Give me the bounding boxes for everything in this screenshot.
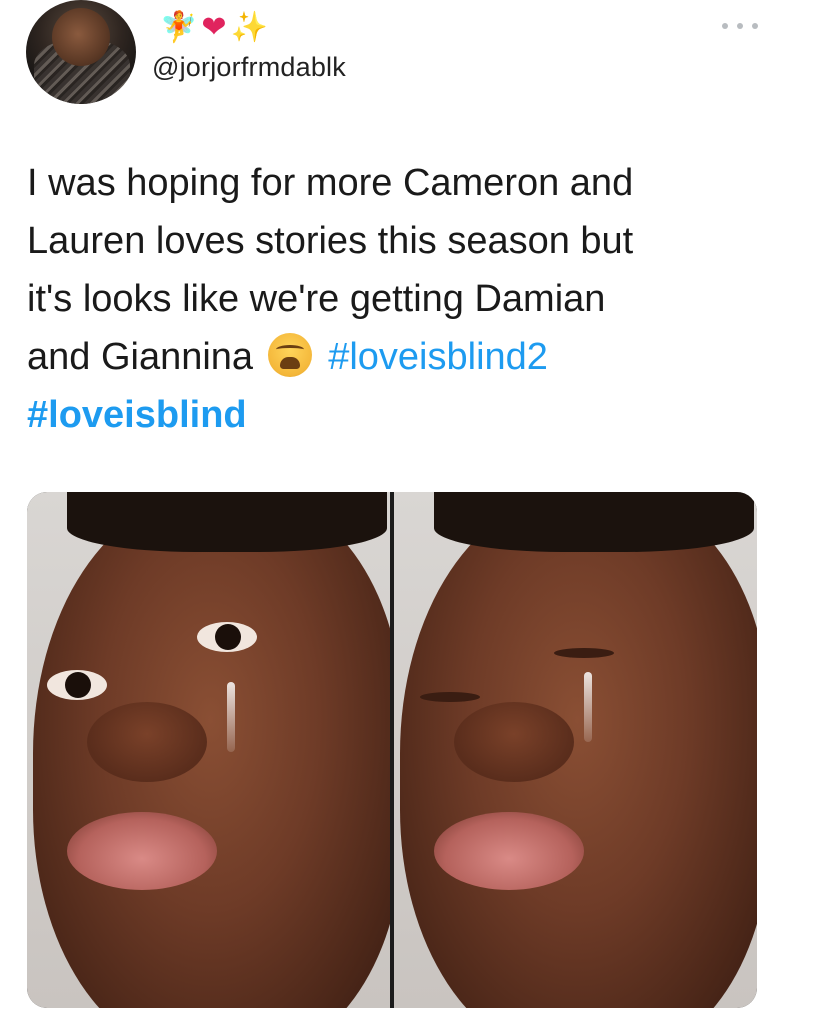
- eye-closed-shape: [420, 692, 480, 702]
- eye-closed-shape: [554, 648, 614, 658]
- avatar[interactable]: [26, 0, 136, 104]
- lips-shape: [67, 812, 217, 890]
- media-panel-left: [27, 492, 390, 1008]
- sparkles-emoji-icon: ✨: [230, 10, 268, 45]
- user-handle[interactable]: @jorjorfrmdablk: [152, 52, 346, 83]
- eye-open-shape: [47, 670, 107, 700]
- more-dot: [737, 23, 743, 29]
- more-dot: [752, 23, 758, 29]
- hair-shape: [434, 492, 754, 552]
- face-shape: [33, 496, 390, 1008]
- heart-emoji-icon: ❤: [201, 10, 227, 45]
- tear-shape: [584, 672, 592, 742]
- weary-face-icon: [267, 333, 312, 377]
- tweet-text: I was hoping for more Cameron and Lauren…: [27, 154, 787, 444]
- tweet-card: 🧚 ❤ ✨ @jorjorfrmdablk I was hoping for m…: [0, 0, 821, 1024]
- nose-shape: [454, 702, 574, 782]
- lips-shape: [434, 812, 584, 890]
- media-panel-right: [394, 492, 757, 1008]
- more-dot: [722, 23, 728, 29]
- eye-open-shape: [197, 622, 257, 652]
- fairy-emoji-icon: 🧚: [160, 10, 198, 45]
- tweet-text-line: it's looks like we're getting Damian: [27, 278, 606, 320]
- more-horizontal-icon[interactable]: [722, 18, 758, 34]
- face-shape: [400, 496, 757, 1008]
- tweet-media-image[interactable]: [27, 492, 757, 1008]
- avatar-face: [52, 8, 110, 66]
- hashtag-link[interactable]: #loveisblind: [27, 394, 247, 436]
- hair-shape: [67, 492, 387, 552]
- nose-shape: [87, 702, 207, 782]
- tweet-text-line: and Giannina #loveisblind2: [27, 328, 787, 386]
- tweet-text-line: Lauren loves stories this season but: [27, 220, 634, 262]
- tweet-text-line: I was hoping for more Cameron and: [27, 162, 634, 204]
- tear-shape: [227, 682, 235, 752]
- hashtag-link[interactable]: #loveisblind2: [328, 336, 548, 378]
- tweet-text-line: #loveisblind: [27, 386, 787, 444]
- display-name[interactable]: 🧚 ❤ ✨: [160, 8, 268, 48]
- tweet-text-segment: and Giannina: [27, 336, 254, 378]
